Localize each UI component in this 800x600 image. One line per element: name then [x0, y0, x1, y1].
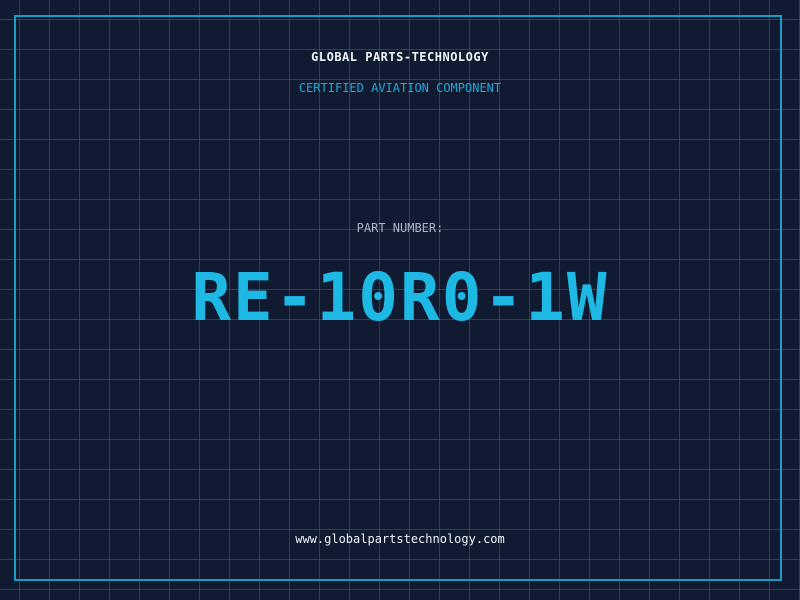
certification-subtitle: CERTIFIED AVIATION COMPONENT [298, 81, 502, 95]
part-label-card: GLOBAL PARTS-TECHNOLOGY CERTIFIED AVIATI… [0, 0, 800, 600]
website-url: www.globalpartstechnology.com [295, 532, 505, 546]
company-name: GLOBAL PARTS-TECHNOLOGY [311, 50, 489, 64]
part-number-value: RE-10R0-1W [191, 259, 609, 336]
part-number-label: PART NUMBER: [356, 221, 444, 235]
